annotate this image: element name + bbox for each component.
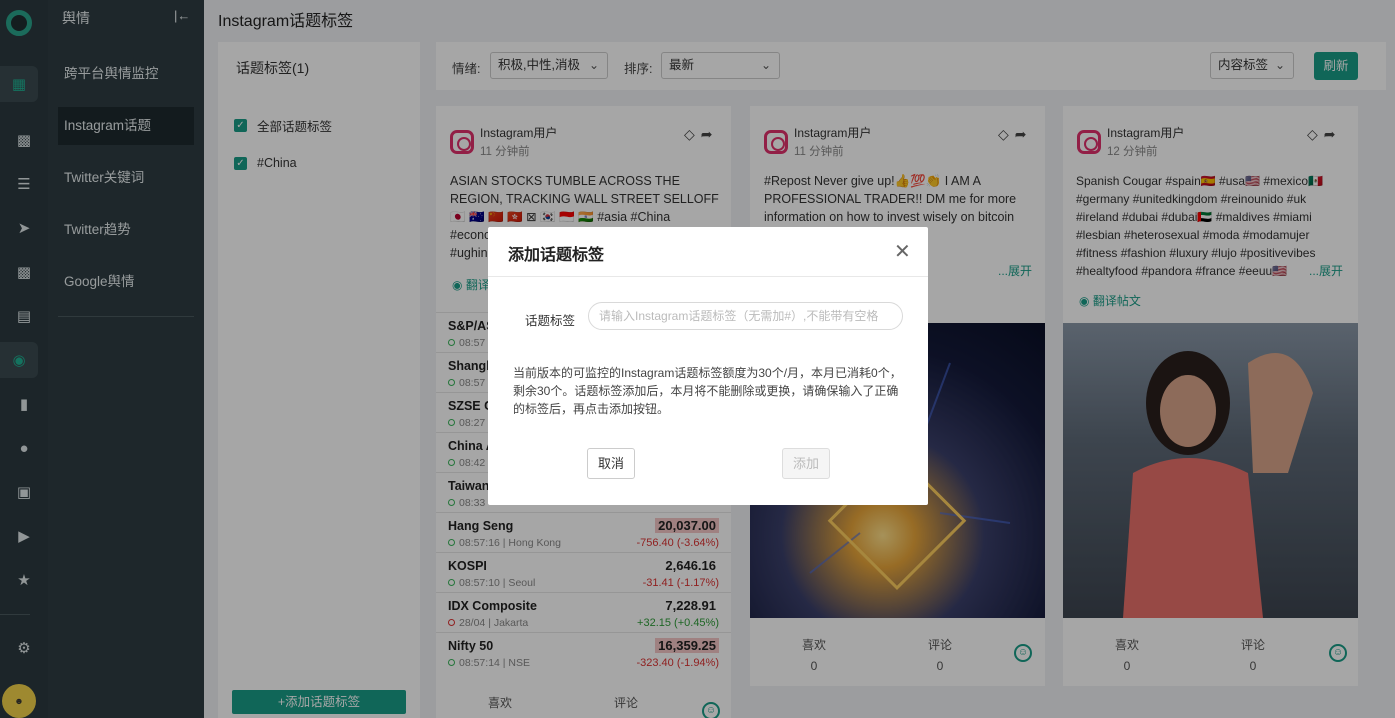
modal-divider xyxy=(488,276,928,277)
quota-note: 当前版本的可监控的Instagram话题标签额度为30个/月，本月已消耗0个，剩… xyxy=(513,366,902,416)
add-button[interactable]: 添加 xyxy=(782,448,830,479)
tag-input[interactable] xyxy=(588,302,903,330)
tag-field-label: 话题标签 xyxy=(525,314,576,328)
add-tag-modal: 添加话题标签 ✕ 话题标签 当前版本的可监控的Instagram话题标签额度为3… xyxy=(488,227,928,505)
close-icon[interactable]: ✕ xyxy=(894,239,911,264)
cancel-button[interactable]: 取消 xyxy=(587,448,635,479)
modal-title: 添加话题标签 xyxy=(508,247,605,264)
